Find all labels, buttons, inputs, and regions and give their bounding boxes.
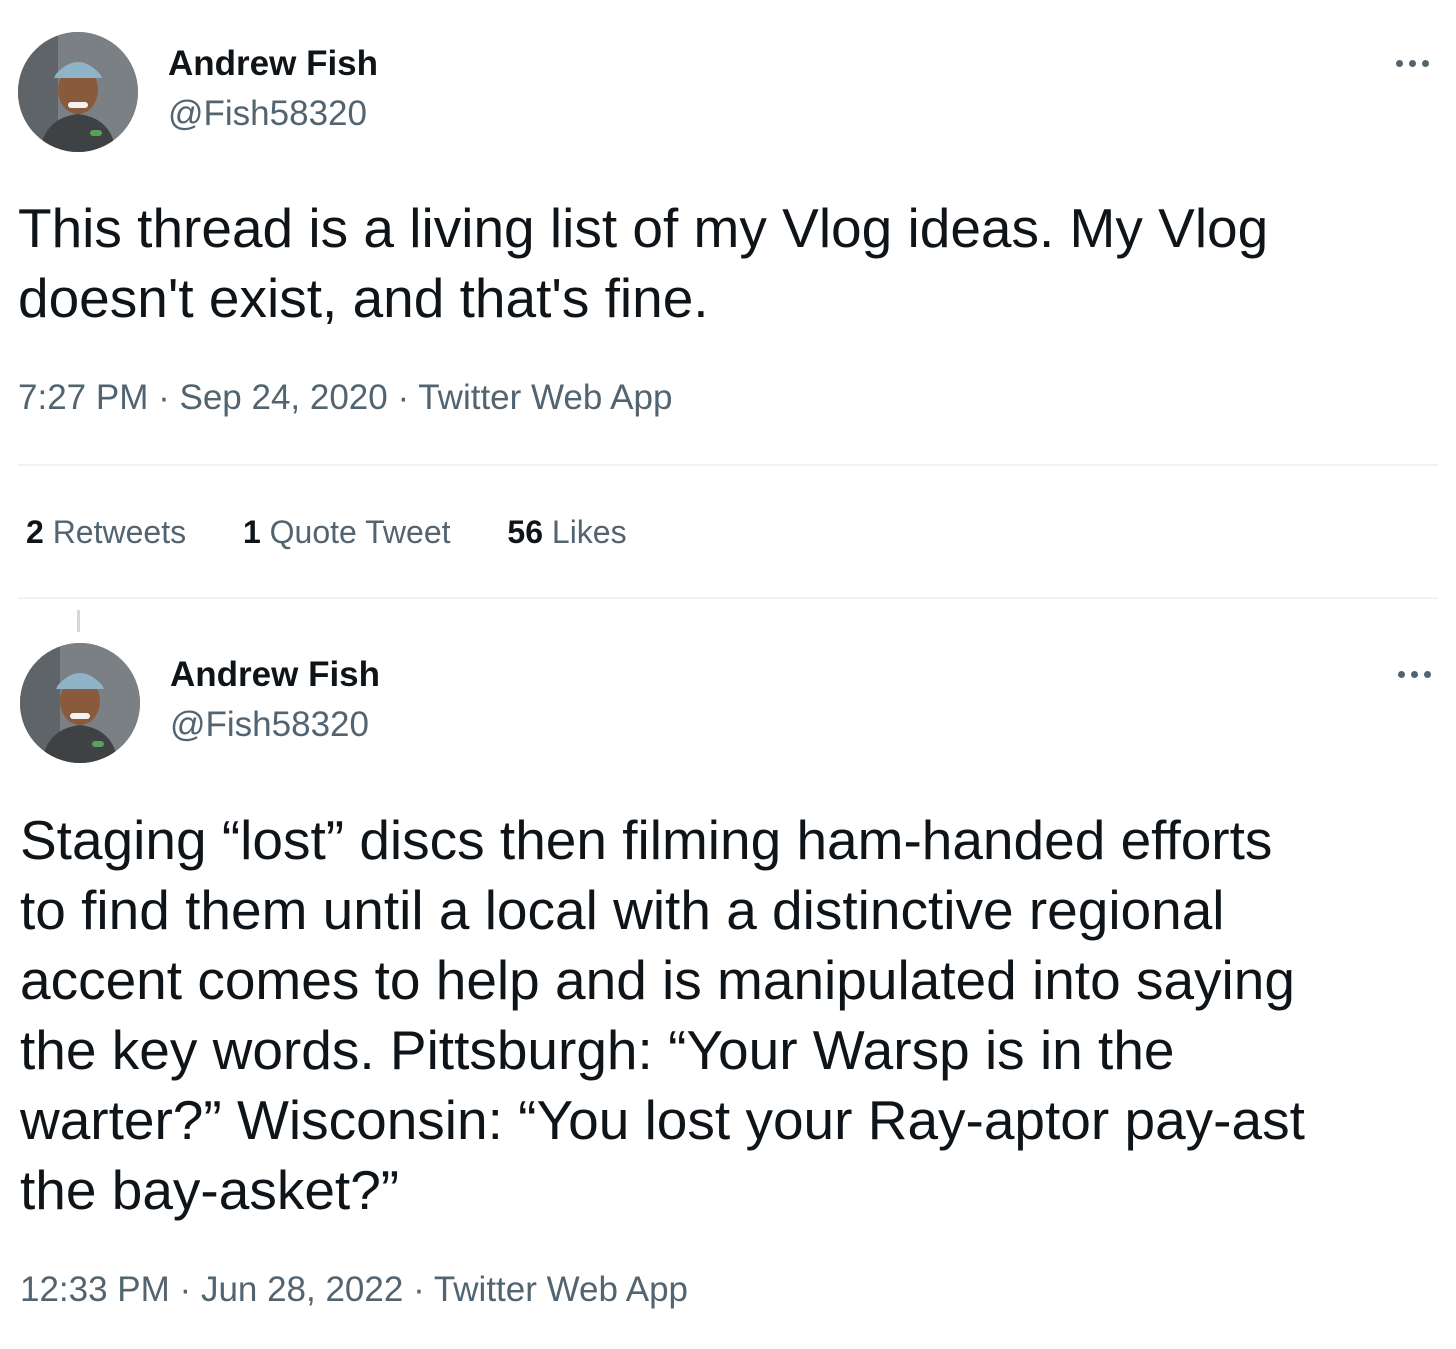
author-avatar[interactable] [18,32,138,152]
tweet-timestamp: 7:27 PM · Sep 24, 2020 · Twitter Web App [18,378,672,418]
divider [18,597,1438,599]
meta-separator: · [158,378,170,417]
meta-separator: · [397,378,410,417]
thread-connector-line [77,610,80,632]
tweet-time[interactable]: 12:33 PM [20,1270,170,1309]
author-handle[interactable]: @Fish58320 [168,94,367,134]
quote-tweets-count[interactable]: 1 Quote Tweet [243,512,451,552]
author-name[interactable]: Andrew Fish [168,44,378,84]
quote-tweets-number: 1 [242,514,261,550]
quote-tweets-label: Quote Tweet [269,514,451,550]
tweet-time[interactable]: 7:27 PM [18,378,148,417]
retweets-number: 2 [26,514,44,550]
author-name[interactable]: Andrew Fish [170,655,380,695]
retweets-label: Retweets [52,514,187,550]
likes-count[interactable]: 56 Likes [507,512,626,552]
tweet-source[interactable]: Twitter Web App [418,378,672,417]
likes-number: 56 [507,514,543,550]
tweet-date[interactable]: Sep 24, 2020 [179,378,387,417]
meta-separator: · [413,1270,425,1309]
tweet-date[interactable]: Jun 28, 2022 [201,1270,403,1309]
more-horizontal-icon[interactable] [1398,665,1438,685]
tweet-timestamp: 12:33 PM · Jun 28, 2022 · Twitter Web Ap… [20,1270,688,1310]
tweet-text: Staging “lost” discs then filming ham-ha… [20,809,1305,1221]
author-handle[interactable]: @Fish58320 [170,705,369,745]
retweets-count[interactable]: 2 Retweets [26,512,186,552]
tweet-text: This thread is a living list of my Vlog … [18,197,1269,329]
author-avatar[interactable] [20,643,140,763]
divider [18,464,1438,466]
meta-separator: · [179,1270,192,1309]
tweet-stats: 2 Retweets 1 Quote Tweet 56 Likes [26,512,675,552]
tweet-main: Andrew Fish @Fish58320 This thread is a … [0,0,1456,600]
more-horizontal-icon[interactable] [1396,54,1436,74]
avatar-photo [18,32,138,152]
likes-label: Likes [551,514,627,550]
tweet-source[interactable]: Twitter Web App [434,1270,688,1309]
avatar-photo [20,643,140,763]
